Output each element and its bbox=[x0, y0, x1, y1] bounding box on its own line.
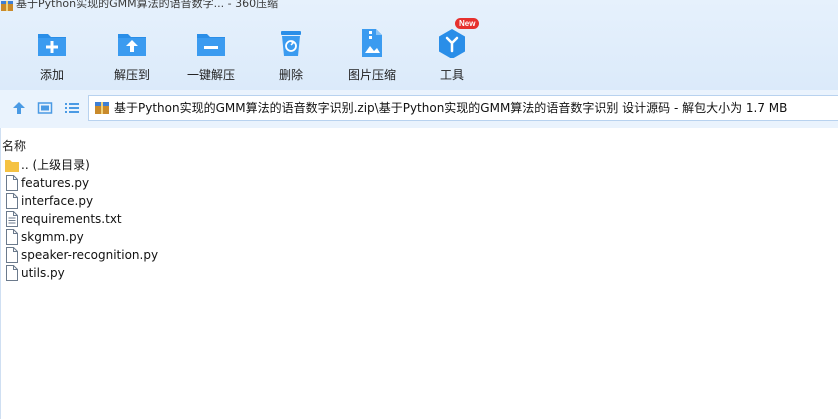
extract-to-icon bbox=[118, 34, 146, 56]
new-badge: New bbox=[455, 18, 480, 29]
list-view-icon[interactable] bbox=[64, 100, 80, 116]
archive-app-icon bbox=[1, 1, 13, 11]
file-icon bbox=[6, 175, 18, 191]
up-arrow-icon[interactable] bbox=[11, 100, 27, 116]
file-name: skgmm.py bbox=[21, 230, 84, 244]
delete-button[interactable]: 删除 bbox=[251, 28, 331, 83]
archive-path: 基于Python实现的GMM算法的语音数字识别.zip\基于Python实现的G… bbox=[114, 101, 788, 115]
list-item[interactable]: skgmm.py bbox=[5, 228, 405, 246]
folder-icon bbox=[5, 160, 19, 172]
file-name: speaker-recognition.py bbox=[21, 248, 159, 262]
file-icon bbox=[6, 265, 18, 281]
one-click-extract-button[interactable]: 一键解压 bbox=[171, 28, 251, 83]
list-item[interactable]: utils.py bbox=[5, 264, 405, 282]
tools-label: 工具 bbox=[439, 68, 464, 82]
add-button[interactable]: 添加 bbox=[12, 28, 92, 83]
text-file-icon bbox=[6, 211, 18, 227]
window-title: 基于Python实现的GMM算法的语音数字... - 360压缩 bbox=[16, 0, 279, 10]
image-compress-label: 图片压缩 bbox=[347, 68, 396, 82]
zip-archive-icon bbox=[95, 102, 109, 114]
list-item[interactable]: speaker-recognition.py bbox=[5, 246, 405, 264]
file-name: interface.py bbox=[21, 194, 94, 208]
list-item[interactable]: features.py bbox=[5, 174, 405, 192]
one-click-extract-icon bbox=[197, 34, 225, 56]
title-bar: 基于Python实现的GMM算法的语音数字... - 360压缩 bbox=[0, 0, 838, 14]
tools-button[interactable]: New 工具 bbox=[412, 18, 492, 83]
extract-to-label: 解压到 bbox=[113, 68, 150, 82]
file-name: features.py bbox=[21, 176, 90, 190]
file-name: requirements.txt bbox=[21, 212, 122, 226]
one-click-extract-label: 一键解压 bbox=[186, 68, 235, 82]
column-header-name[interactable]: 名称 bbox=[2, 137, 26, 154]
delete-label: 删除 bbox=[278, 68, 303, 82]
list-item[interactable]: requirements.txt bbox=[5, 210, 405, 228]
list-item[interactable]: interface.py bbox=[5, 192, 405, 210]
add-label: 添加 bbox=[39, 68, 64, 82]
toolbar-area: 基于Python实现的GMM算法的语音数字... - 360压缩 添加 解压到 … bbox=[0, 0, 838, 90]
image-compress-button[interactable]: 图片压缩 bbox=[332, 28, 412, 83]
address-bar[interactable]: 基于Python实现的GMM算法的语音数字识别.zip\基于Python实现的G… bbox=[88, 95, 838, 121]
file-list: 名称 .. (上级目录) features.py interface.py re… bbox=[0, 128, 838, 419]
tools-icon-wrap: New bbox=[437, 18, 480, 59]
file-name: utils.py bbox=[21, 266, 65, 280]
thumbnail-view-icon[interactable] bbox=[37, 100, 53, 116]
file-icon bbox=[6, 193, 18, 209]
file-icon bbox=[6, 229, 18, 245]
delete-icon bbox=[281, 31, 301, 56]
image-compress-icon bbox=[362, 29, 382, 57]
add-folder-icon bbox=[38, 34, 66, 56]
tools-icon bbox=[439, 29, 465, 59]
list-item-parent-dir[interactable]: .. (上级目录) bbox=[5, 156, 405, 174]
extract-to-button[interactable]: 解压到 bbox=[92, 28, 172, 83]
file-name: .. (上级目录) bbox=[21, 158, 90, 172]
file-icon bbox=[6, 247, 18, 263]
